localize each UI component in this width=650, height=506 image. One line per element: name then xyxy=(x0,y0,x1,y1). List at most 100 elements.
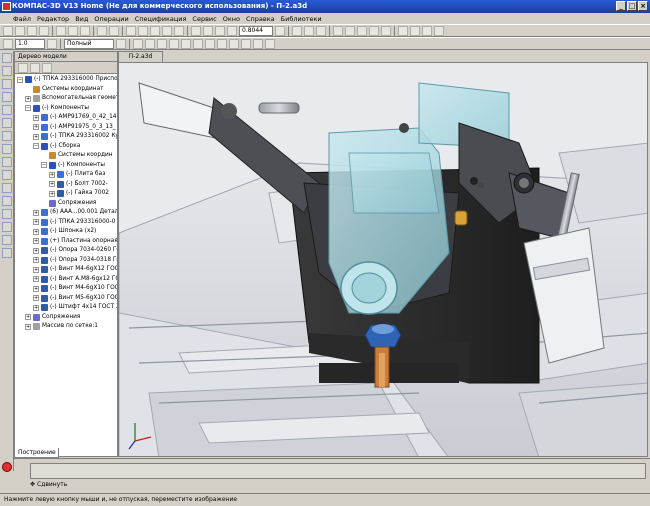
tree-expander-icon[interactable]: − xyxy=(25,105,31,112)
specification-icon[interactable] xyxy=(2,144,12,154)
tree-expander-icon[interactable]: + xyxy=(49,190,55,197)
tree-expander-icon[interactable]: − xyxy=(33,143,39,150)
tree-display-icon[interactable] xyxy=(42,62,52,73)
surfaces-icon[interactable] xyxy=(2,196,12,206)
tree-expander-icon[interactable]: + xyxy=(33,124,39,131)
designations-icon[interactable] xyxy=(2,235,12,245)
tree-item[interactable]: + (-) Болт 7002- xyxy=(15,180,117,190)
tree-item[interactable]: + (-) Опора 7034-0260 ГО xyxy=(15,246,117,256)
zoom-fit-icon[interactable] xyxy=(227,25,237,36)
tree-item[interactable]: + (6) ААА...00.001 Детал xyxy=(15,208,117,218)
open-icon[interactable] xyxy=(15,25,25,36)
filters-icon[interactable] xyxy=(2,131,12,141)
menu-item-6[interactable]: Окно xyxy=(220,15,243,23)
sheet-metal-icon[interactable] xyxy=(2,209,12,219)
arrays-icon[interactable] xyxy=(2,183,12,193)
tool-b-icon[interactable] xyxy=(145,38,155,49)
style-dropdown-icon[interactable] xyxy=(116,38,126,49)
menu-item-2[interactable]: Вид xyxy=(72,15,91,23)
mates-icon[interactable] xyxy=(2,105,12,115)
tree-item[interactable]: + Сопряжения xyxy=(15,313,117,323)
tool-l-icon[interactable] xyxy=(265,38,275,49)
tree-item[interactable]: Сопряжения xyxy=(15,199,117,209)
tree-item[interactable]: + Массив по сетке:1 xyxy=(15,322,117,332)
tree-expander-icon[interactable]: + xyxy=(33,276,39,283)
tree-expander-icon[interactable]: + xyxy=(33,247,39,254)
tree-item[interactable]: Системы координат xyxy=(15,85,117,95)
save-icon[interactable] xyxy=(27,25,37,36)
hidden-lines-icon[interactable] xyxy=(345,25,355,36)
model-viewport[interactable] xyxy=(118,62,648,457)
tool-e-icon[interactable] xyxy=(181,38,191,49)
tree-item[interactable]: Системы координ xyxy=(15,151,117,161)
tree-item[interactable]: − (-) Компоненты xyxy=(15,104,117,114)
scale-dropdown-icon[interactable] xyxy=(47,38,57,49)
tree-item[interactable]: + (-) ТПКА 293316000-0 xyxy=(15,218,117,228)
tree-item[interactable]: − (-) Компоненты xyxy=(15,161,117,171)
tool-d-icon[interactable] xyxy=(169,38,179,49)
tool-g-icon[interactable] xyxy=(205,38,215,49)
scale-field[interactable]: 1.0 xyxy=(15,38,45,49)
menu-item-1[interactable]: Редактор xyxy=(34,15,72,23)
new-icon[interactable] xyxy=(3,25,13,36)
library-icon[interactable] xyxy=(126,25,136,36)
tool-i-icon[interactable] xyxy=(229,38,239,49)
tree-item[interactable]: + (+) Пластина опорная xyxy=(15,237,117,247)
stop-command-icon[interactable] xyxy=(2,462,12,472)
zoom-out-icon[interactable] xyxy=(215,25,225,36)
tree-expander-icon[interactable]: + xyxy=(33,295,39,302)
tree-expander-icon[interactable]: + xyxy=(33,285,39,292)
menu-item-3[interactable]: Операции xyxy=(91,15,131,23)
reports-icon[interactable] xyxy=(2,157,12,167)
document-tab[interactable]: П-2.a3d xyxy=(118,51,163,62)
tree-expander-icon[interactable]: + xyxy=(49,171,55,178)
copy-icon[interactable] xyxy=(68,25,78,36)
tree-item[interactable]: + (-) AMP91975_0_3_13_ xyxy=(15,123,117,133)
elements-icon[interactable] xyxy=(2,170,12,180)
tree-expander-icon[interactable]: − xyxy=(41,162,47,169)
tree-expander-icon[interactable]: + xyxy=(25,95,31,102)
redo-icon[interactable] xyxy=(109,25,119,36)
tool-k-icon[interactable] xyxy=(253,38,263,49)
shift-button[interactable]: ✥ Сдвинуть xyxy=(30,480,72,490)
maximize-button[interactable]: □ xyxy=(627,1,637,11)
tree-item[interactable]: + (-) Штифт 4x14 ГОСТ 3 xyxy=(15,303,117,313)
zoom-in-icon[interactable] xyxy=(203,25,213,36)
variables-icon[interactable] xyxy=(150,25,160,36)
tree-item[interactable]: − (-) Сборка xyxy=(15,142,117,152)
snap-icon[interactable] xyxy=(410,25,420,36)
measure-icon[interactable] xyxy=(2,118,12,128)
undo-icon[interactable] xyxy=(97,25,107,36)
select-icon[interactable] xyxy=(2,53,12,63)
tree-expander-icon[interactable]: + xyxy=(33,228,39,235)
help-pointer-icon[interactable] xyxy=(174,25,184,36)
tree-expander-icon[interactable]: + xyxy=(33,114,39,121)
tab-construction[interactable]: Построение xyxy=(14,448,59,458)
tree-item[interactable]: + (-) AMP91769_0_42_14 xyxy=(15,113,117,123)
wireframe-icon[interactable] xyxy=(333,25,343,36)
tree-expander-icon[interactable]: + xyxy=(33,133,39,140)
perspective-icon[interactable] xyxy=(381,25,391,36)
tree-item[interactable]: + (-) Гайка 7002 xyxy=(15,189,117,199)
sketch-icon[interactable] xyxy=(2,79,12,89)
tree-item[interactable]: + (-) Винт М4-6gX10 ГОС xyxy=(15,284,117,294)
print-icon[interactable] xyxy=(39,25,49,36)
pan-icon[interactable] xyxy=(292,25,302,36)
paste-icon[interactable] xyxy=(80,25,90,36)
menu-item-8[interactable]: Библиотеки xyxy=(278,15,325,23)
menu-item-5[interactable]: Сервис xyxy=(189,15,219,23)
tree-expander-icon[interactable]: + xyxy=(49,181,55,188)
control-icon[interactable] xyxy=(2,248,12,258)
shaded-edges-icon[interactable] xyxy=(369,25,379,36)
zoom-dropdown-icon[interactable] xyxy=(275,25,285,36)
tree-toggle-icon[interactable] xyxy=(3,38,13,49)
shaded-icon[interactable] xyxy=(357,25,367,36)
layers-icon[interactable] xyxy=(422,25,432,36)
tree-item[interactable]: + (-) Винт А.М8-6gx12 ГОС xyxy=(15,275,117,285)
close-button[interactable]: × xyxy=(638,1,648,11)
tool-a-icon[interactable] xyxy=(133,38,143,49)
tree-expander-icon[interactable]: + xyxy=(33,209,39,216)
tree-item[interactable]: + (-) ТПКА 293316002 Ку xyxy=(15,132,117,142)
zoom-window-icon[interactable] xyxy=(191,25,201,36)
rotate-icon[interactable] xyxy=(304,25,314,36)
